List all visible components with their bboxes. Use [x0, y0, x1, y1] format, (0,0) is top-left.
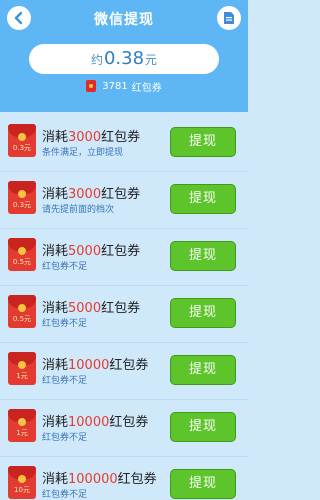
list-item: 10元 消耗100000红包券 红包券不足 提现 [0, 457, 248, 500]
records-button[interactable] [217, 6, 241, 30]
item-title: 消耗3000红包券 [42, 187, 141, 202]
item-status: 红包券不足 [42, 319, 88, 329]
coupon-balance: 3781 红包券 [0, 78, 248, 94]
withdraw-button[interactable]: 提现 [170, 127, 236, 157]
withdraw-button[interactable]: 提现 [170, 412, 236, 442]
coupon-label: 红包券 [131, 82, 162, 94]
item-title: 消耗5000红包券 [42, 244, 141, 259]
nav-bar: 微信提现 [0, 0, 248, 36]
balance-unit: 元 [145, 53, 158, 67]
list-item: 0.5元 消耗5000红包券 红包券不足 提现 [0, 286, 248, 343]
coupon-count: 3781 [102, 80, 128, 92]
item-status: 红包券不足 [42, 262, 88, 272]
packet-value: 1元 [16, 372, 28, 380]
red-packet-icon: 0.3元 [8, 124, 36, 157]
red-packet-icon: 0.5元 [8, 238, 36, 271]
withdraw-button[interactable]: 提现 [170, 298, 236, 328]
list-item: 1元 消耗10000红包券 红包券不足 提现 [0, 343, 248, 400]
page-title: 微信提现 [94, 12, 154, 28]
item-title: 消耗10000红包券 [42, 358, 149, 373]
item-title: 消耗5000红包券 [42, 301, 141, 316]
red-packet-icon: 0.5元 [8, 295, 36, 328]
withdraw-button[interactable]: 提现 [170, 355, 236, 385]
item-status: 红包券不足 [42, 490, 88, 500]
packet-value: 10元 [14, 486, 30, 494]
balance-prefix: 约 [90, 53, 103, 67]
withdraw-button[interactable]: 提现 [170, 184, 236, 214]
packet-value: 0.3元 [12, 144, 32, 152]
packet-value: 0.5元 [12, 315, 32, 323]
header-panel: 微信提现 约 0.38 元 3781 红包券 [0, 0, 248, 112]
withdraw-button[interactable]: 提现 [170, 469, 236, 499]
red-packet-icon [86, 80, 97, 92]
red-packet-icon: 0.3元 [8, 181, 36, 214]
red-packet-icon: 10元 [8, 466, 36, 499]
red-packet-icon: 1元 [8, 352, 36, 385]
withdraw-button[interactable]: 提现 [170, 241, 236, 271]
list-item: 0.5元 消耗5000红包券 红包券不足 提现 [0, 229, 248, 286]
balance-amount: 0.38 [103, 48, 145, 69]
document-icon [224, 12, 234, 24]
balance-box: 约 0.38 元 [29, 44, 219, 74]
packet-value: 0.3元 [12, 201, 32, 209]
item-status: 红包券不足 [42, 376, 88, 386]
packet-value: 0.5元 [12, 258, 32, 266]
item-status: 请先提前面的档次 [42, 205, 115, 215]
item-title: 消耗10000红包券 [42, 415, 149, 430]
item-title: 消耗100000红包券 [42, 472, 157, 487]
item-status: 红包券不足 [42, 433, 88, 443]
item-title: 消耗3000红包券 [42, 130, 141, 145]
packet-value: 1元 [16, 429, 28, 437]
item-status: 条件满足，立即提现 [42, 148, 124, 158]
list-item: 0.3元 消耗3000红包券 条件满足，立即提现 提现 [0, 115, 248, 172]
list-item: 0.3元 消耗3000红包券 请先提前面的档次 提现 [0, 172, 248, 229]
withdraw-list: 0.3元 消耗3000红包券 条件满足，立即提现 提现 0.3元 消耗3000红… [0, 115, 248, 500]
red-packet-icon: 1元 [8, 409, 36, 442]
list-item: 1元 消耗10000红包券 红包券不足 提现 [0, 400, 248, 457]
